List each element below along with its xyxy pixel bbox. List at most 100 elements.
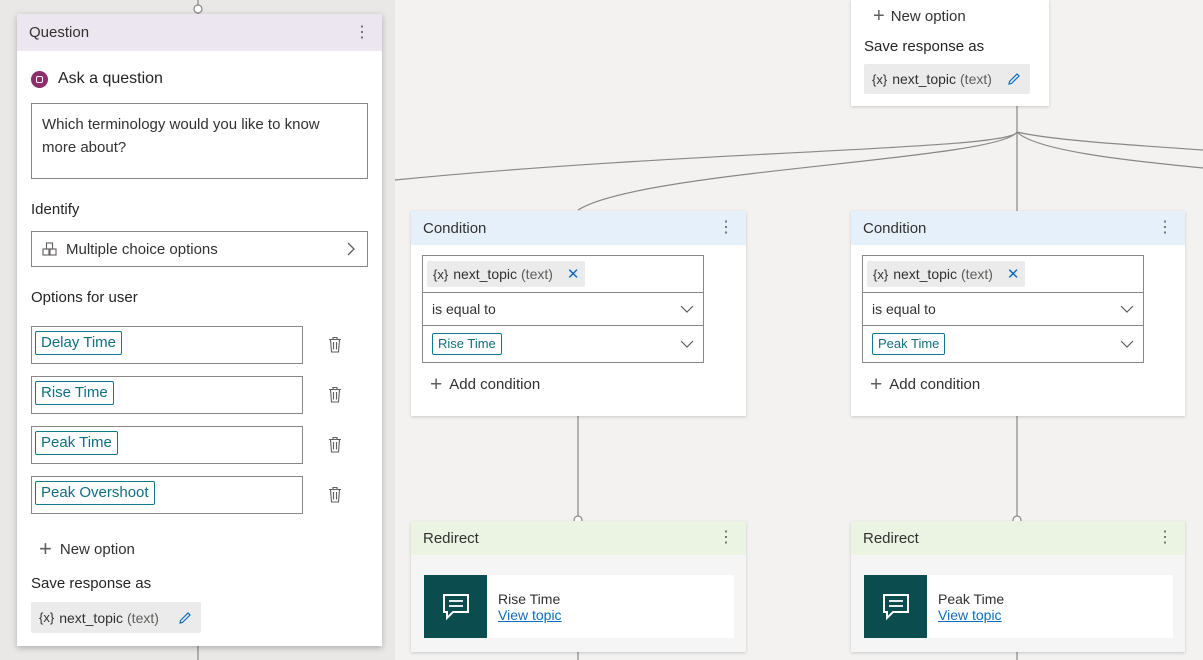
option-input[interactable]: Peak Overshoot xyxy=(31,476,303,514)
variable-type: (text) xyxy=(961,266,993,282)
edit-pencil-icon[interactable] xyxy=(177,610,193,626)
ask-question-heading: Ask a question xyxy=(31,70,163,88)
variable-name: next_topic xyxy=(893,266,958,282)
redirect-card-title: Redirect xyxy=(423,529,479,547)
top-question-card-partial: + New option Save response as {x} next_t… xyxy=(851,0,1049,106)
redirect-card[interactable]: Redirect ⋮ Peak Time View topic xyxy=(851,521,1185,652)
condition-operator-select[interactable]: is equal to xyxy=(422,292,704,326)
chevron-down-icon xyxy=(680,304,694,314)
more-options-icon[interactable]: ⋮ xyxy=(354,24,370,41)
plus-icon: + xyxy=(430,373,443,396)
option-row: Peak Overshoot xyxy=(31,476,364,514)
chevron-right-icon xyxy=(345,241,357,257)
redirect-card-header: Redirect ⋮ xyxy=(411,521,746,555)
add-condition-button[interactable]: + Add condition xyxy=(430,374,540,395)
chat-message-icon xyxy=(424,575,487,638)
delete-icon[interactable] xyxy=(328,486,342,507)
remove-x-icon[interactable]: ✕ xyxy=(1007,265,1020,283)
identify-select[interactable]: Multiple choice options xyxy=(31,231,368,267)
question-text-box[interactable]: Which terminology would you like to know… xyxy=(31,103,368,179)
ask-question-title: Ask a question xyxy=(58,70,163,87)
condition-card[interactable]: Condition ⋮ {x} next_topic (text) ✕ is e… xyxy=(411,211,746,416)
plus-icon: + xyxy=(870,373,883,396)
option-tag: Peak Time xyxy=(35,431,118,455)
condition-operator-select[interactable]: is equal to xyxy=(862,292,1144,326)
view-topic-link[interactable]: View topic xyxy=(938,607,1004,623)
more-options-icon[interactable]: ⋮ xyxy=(718,530,734,546)
variable-icon: {x} xyxy=(872,71,888,87)
ask-question-icon xyxy=(31,70,48,88)
question-card-title: Question xyxy=(29,24,90,41)
condition-value-tag: Rise Time xyxy=(432,333,502,355)
condition-card-header: Condition ⋮ xyxy=(851,211,1185,245)
delete-icon[interactable] xyxy=(328,336,342,357)
save-response-label: Save response as xyxy=(31,575,152,592)
option-input[interactable]: Delay Time xyxy=(31,326,303,364)
redirect-topic-tile: Rise Time View topic xyxy=(424,575,734,638)
identify-value: Multiple choice options xyxy=(66,240,218,258)
remove-x-icon[interactable]: ✕ xyxy=(567,265,580,283)
variable-name: next_topic xyxy=(59,609,124,626)
delete-icon[interactable] xyxy=(328,436,342,457)
redirect-card[interactable]: Redirect ⋮ Rise Time View topic xyxy=(411,521,746,652)
chevron-down-icon xyxy=(1120,339,1134,349)
new-option-label: New option xyxy=(59,540,135,558)
plus-icon: + xyxy=(873,5,885,27)
add-condition-button[interactable]: + Add condition xyxy=(870,374,980,395)
condition-value-select[interactable]: Peak Time xyxy=(862,325,1144,363)
variable-type: (text) xyxy=(127,609,159,626)
condition-value-tag: Peak Time xyxy=(872,333,946,355)
condition-variable-field[interactable]: {x} next_topic (text) ✕ xyxy=(422,255,704,293)
variable-type: (text) xyxy=(521,266,553,282)
save-response-label: Save response as xyxy=(864,38,985,55)
condition-card-header: Condition ⋮ xyxy=(411,211,746,245)
multiple-choice-icon xyxy=(42,241,57,257)
identify-label: Identify xyxy=(31,201,80,218)
question-card[interactable]: Question ⋮ Ask a question Which terminol… xyxy=(17,14,382,646)
new-option-button[interactable]: + New option xyxy=(39,538,135,560)
option-input[interactable]: Rise Time xyxy=(31,376,303,414)
option-tag: Peak Overshoot xyxy=(35,481,155,505)
redirect-topic-tile: Peak Time View topic xyxy=(864,575,1173,638)
condition-value-select[interactable]: Rise Time xyxy=(422,325,704,363)
chevron-down-icon xyxy=(1120,304,1134,314)
condition-variable-chip: {x} next_topic (text) ✕ xyxy=(427,261,586,287)
more-options-icon[interactable]: ⋮ xyxy=(718,220,734,236)
option-input[interactable]: Peak Time xyxy=(31,426,303,464)
variable-name: next_topic xyxy=(892,71,957,87)
condition-card[interactable]: Condition ⋮ {x} next_topic (text) ✕ is e… xyxy=(851,211,1185,416)
add-condition-label: Add condition xyxy=(889,376,981,393)
variable-icon: {x} xyxy=(433,266,449,282)
delete-icon[interactable] xyxy=(328,386,342,407)
edit-pencil-icon[interactable] xyxy=(1006,71,1022,87)
operator-value: is equal to xyxy=(872,301,936,317)
condition-card-title: Condition xyxy=(863,219,927,237)
new-option-button[interactable]: + New option xyxy=(873,6,966,26)
redirect-topic-name: Rise Time xyxy=(498,590,561,607)
view-topic-link[interactable]: View topic xyxy=(498,607,562,623)
variable-type: (text) xyxy=(960,71,992,87)
option-row: Delay Time xyxy=(31,326,364,364)
add-condition-label: Add condition xyxy=(449,376,541,393)
variable-icon: {x} xyxy=(39,610,55,625)
new-option-label: New option xyxy=(890,7,966,25)
redirect-card-header: Redirect ⋮ xyxy=(851,521,1185,555)
save-variable-chip[interactable]: {x} next_topic (text) xyxy=(31,602,201,633)
plus-icon: + xyxy=(39,536,52,561)
question-text: Which terminology would you like to know… xyxy=(42,116,320,156)
save-variable-chip[interactable]: {x} next_topic (text) xyxy=(864,64,1030,94)
more-options-icon[interactable]: ⋮ xyxy=(1157,530,1173,546)
condition-variable-field[interactable]: {x} next_topic (text) ✕ xyxy=(862,255,1144,293)
operator-value: is equal to xyxy=(432,301,496,317)
option-row: Peak Time xyxy=(31,426,364,464)
option-tag: Rise Time xyxy=(35,381,114,405)
condition-card-title: Condition xyxy=(423,219,487,237)
option-row: Rise Time xyxy=(31,376,364,414)
condition-variable-chip: {x} next_topic (text) ✕ xyxy=(867,261,1026,287)
variable-icon: {x} xyxy=(873,266,889,282)
redirect-card-title: Redirect xyxy=(863,529,919,547)
option-tag: Delay Time xyxy=(35,331,123,355)
variable-name: next_topic xyxy=(453,266,518,282)
chat-message-icon xyxy=(864,575,927,638)
more-options-icon[interactable]: ⋮ xyxy=(1157,220,1173,236)
